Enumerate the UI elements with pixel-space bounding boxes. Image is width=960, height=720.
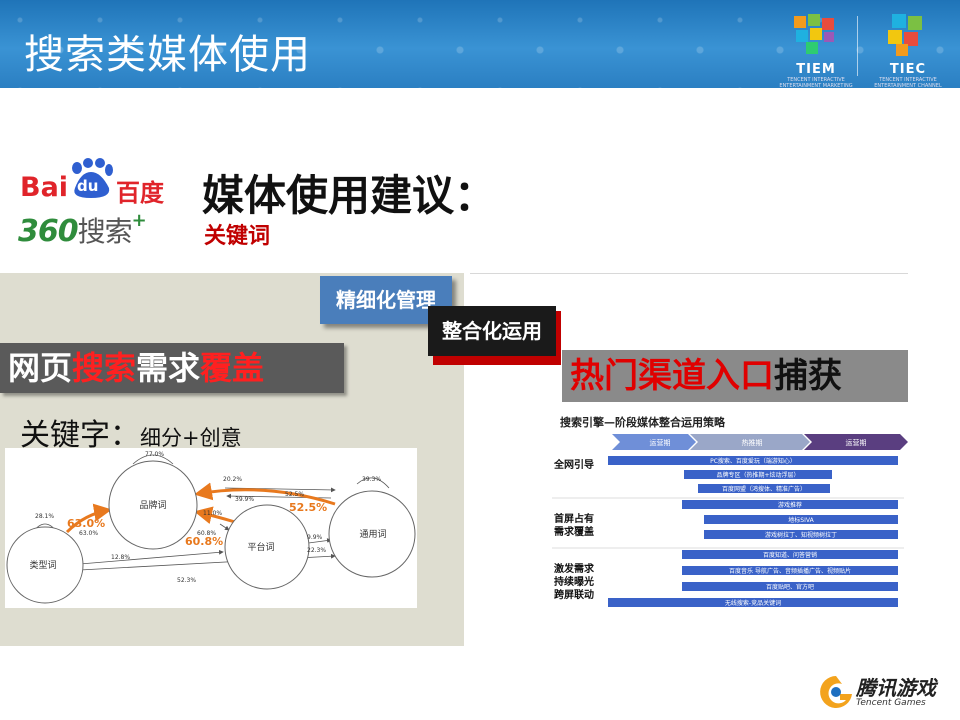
edge-type-platform bbox=[79, 549, 224, 565]
bar-label: PC搜索、百度爱玩（端游知心） bbox=[710, 457, 796, 465]
integrate-use-tag: 整合化运用 bbox=[428, 306, 556, 356]
node-label: 通用词 bbox=[359, 529, 386, 540]
360-plus-icon: + bbox=[131, 210, 147, 231]
tiec-logo: TIEC TENCENT INTERACTIVE ENTERTAINMENT C… bbox=[868, 10, 948, 88]
edge-value: 20.2% bbox=[223, 476, 242, 483]
bar-label: 百度音乐 导航广告、音频插播广告、视频贴片 bbox=[729, 567, 851, 575]
network-svg: 品牌词 平台词 通用词 类型词 77.0% 39.3% 28.1% 63.0% … bbox=[6, 451, 416, 604]
bar-label: 品牌专区（热推期+炫动浮层） bbox=[716, 471, 799, 479]
banner-left-part1: 网页 bbox=[8, 349, 73, 387]
strategy-table: 搜索引擎—阶段媒体整合运用策略 运营期 热推期 运营期 全网引导 PC搜索、百度… bbox=[548, 408, 910, 618]
tiec-cube-icon bbox=[888, 14, 922, 56]
tencent-games-cn: 腾讯游戏 bbox=[856, 676, 936, 700]
tencent-games-en: Tencent Games bbox=[856, 698, 926, 708]
tiec-label: TIEC bbox=[889, 62, 927, 77]
bar-label: 百度知道、问答营销 bbox=[763, 551, 817, 559]
keyword-detail: 细分+创意 bbox=[140, 426, 242, 450]
node-label: 品牌词 bbox=[139, 499, 166, 511]
row-label: 激发需求持续曝光跨屏联动 bbox=[554, 562, 595, 601]
edge-value: 39.9% bbox=[235, 496, 254, 503]
phase-label: 运营期 bbox=[650, 438, 671, 447]
header-bar: 搜索类媒体使用 TIEM TENCENT INTERACTIVE ENTERTA… bbox=[0, 0, 960, 88]
baidu-du-text: du bbox=[77, 177, 99, 195]
360-search-logo: 360搜索+ bbox=[18, 210, 147, 250]
edge-value: 77.0% bbox=[145, 451, 164, 458]
banner-right-part2: 入口 bbox=[706, 356, 774, 396]
bar-label: 地标SIVA bbox=[788, 516, 814, 524]
baidu-logo-text: Bai bbox=[20, 172, 69, 203]
logo-divider bbox=[857, 16, 858, 76]
edge-value: 9.9% bbox=[307, 534, 323, 541]
bar-label: 百度贴吧、官方吧 bbox=[766, 583, 814, 591]
keyword-subheading: 关键词 bbox=[204, 224, 271, 249]
web-search-banner: 网页搜索需求覆盖 bbox=[0, 343, 344, 393]
edge-brand-platform bbox=[219, 523, 230, 531]
banner-right-part3: 捕获 bbox=[774, 356, 842, 396]
360-search-text: 搜索 bbox=[77, 215, 133, 248]
row-label: 全网引导 bbox=[553, 458, 594, 471]
edge-value: 28.1% bbox=[35, 513, 54, 520]
tiem-sub: TENCENT INTERACTIVE ENTERTAINMENT MARKET… bbox=[779, 77, 853, 88]
node-label: 类型词 bbox=[29, 559, 56, 571]
usage-heading: 媒体使用建议： bbox=[202, 171, 497, 220]
edge-value-highlight: 52.5% bbox=[289, 501, 327, 514]
divider-line bbox=[470, 273, 908, 274]
bar-label: 百度网盟（鸿搜体、精准广告） bbox=[722, 485, 806, 493]
hot-channel-banner: 热门渠道入口捕获 bbox=[562, 350, 908, 402]
tiem-label: TIEM bbox=[796, 62, 836, 77]
tiem-logo: TIEM TENCENT INTERACTIVE ENTERTAINMENT M… bbox=[776, 10, 856, 88]
tiem-cube-icon bbox=[794, 14, 834, 54]
edge-value: 52.3% bbox=[177, 577, 196, 584]
banner-left-part3: 需求 bbox=[136, 349, 201, 387]
node-label: 平台词 bbox=[247, 541, 274, 553]
page-title: 搜索类媒体使用 bbox=[24, 32, 311, 78]
baidu-cn-text: 百度 bbox=[116, 179, 164, 207]
baidu-logo: Bai du 百度 bbox=[20, 158, 170, 208]
edge-value-highlight: 60.8% bbox=[185, 535, 223, 548]
tiec-sub: TENCENT INTERACTIVE ENTERTAINMENT CHANNE… bbox=[874, 77, 942, 88]
keyword-network-diagram: 品牌词 平台词 通用词 类型词 77.0% 39.3% 28.1% 63.0% … bbox=[5, 448, 417, 608]
phase-label: 热推期 bbox=[742, 438, 763, 447]
edge-value: 12.8% bbox=[111, 554, 130, 561]
bar-label: 无线搜索-竞品关键词 bbox=[725, 599, 781, 607]
banner-left-part4: 覆盖 bbox=[200, 349, 265, 387]
edge-value-highlight: 63.0% bbox=[67, 517, 105, 530]
phase-label: 运营期 bbox=[846, 438, 867, 447]
edge-value: 39.3% bbox=[362, 476, 381, 483]
strategy-svg: 搜索引擎—阶段媒体整合运用策略 运营期 热推期 运营期 全网引导 PC搜索、百度… bbox=[552, 415, 908, 607]
360-number: 360 bbox=[18, 214, 79, 249]
strategy-title: 搜索引擎—阶段媒体整合运用策略 bbox=[560, 415, 726, 429]
banner-left-part2: 搜索 bbox=[72, 349, 137, 387]
edge-value: 63.0% bbox=[79, 530, 98, 537]
tencent-games-logo: 腾讯游戏 Tencent Games bbox=[816, 666, 936, 714]
edge-value: 11.0% bbox=[203, 510, 222, 517]
bar-label: 游戏树拉丁、知视频树拉丁 bbox=[765, 531, 837, 539]
banner-right-part1: 热门渠道 bbox=[570, 356, 706, 396]
tencent-games-icon bbox=[820, 676, 852, 708]
row-label: 首屏占有需求覆盖 bbox=[554, 512, 594, 538]
edge-value: 52.5% bbox=[285, 491, 304, 498]
bar-label: 游戏推荐 bbox=[778, 501, 802, 509]
edge-value: 22.3% bbox=[307, 547, 326, 554]
